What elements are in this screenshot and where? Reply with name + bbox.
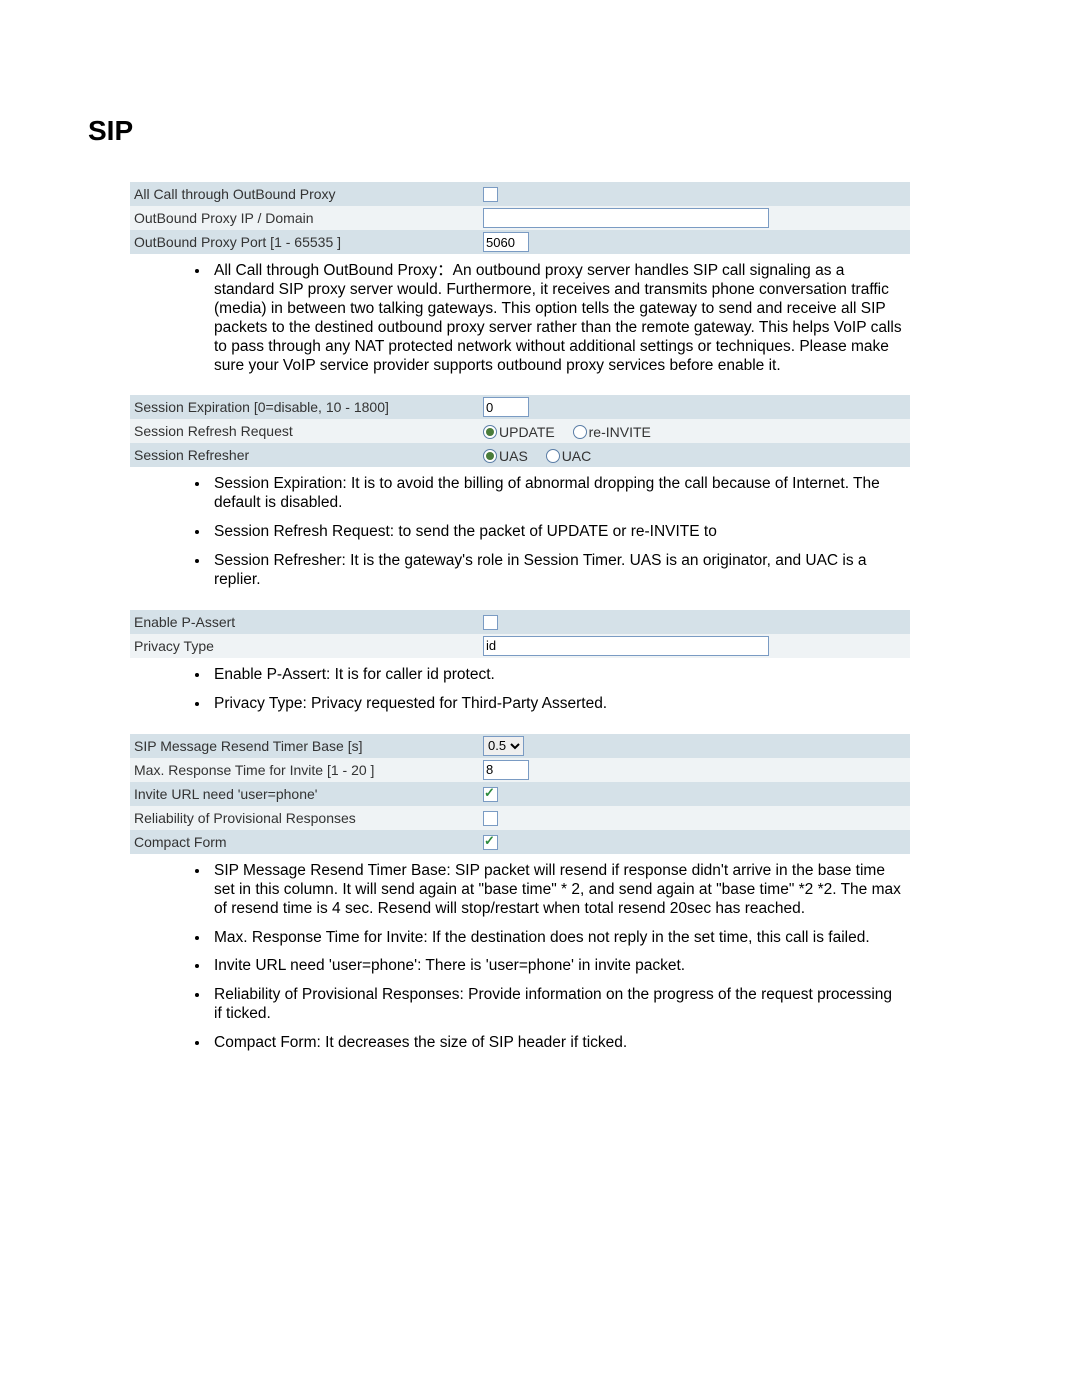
- page-title: SIP: [88, 115, 992, 147]
- checkbox-all-call-through[interactable]: [483, 187, 498, 202]
- radio-label: UAS: [499, 448, 528, 464]
- list-item: Invite URL need 'user=phone': There is '…: [210, 957, 904, 976]
- label-max-response: Max. Response Time for Invite [1 - 20 ]: [130, 758, 479, 782]
- label-outbound-domain: OutBound Proxy IP / Domain: [130, 206, 479, 230]
- radio-label: re-INVITE: [589, 424, 651, 440]
- p-assert-table: Enable P-Assert Privacy Type: [130, 610, 910, 658]
- label-session-refresh-request: Session Refresh Request: [130, 419, 479, 443]
- list-item: Session Refresher: It is the gateway's r…: [210, 552, 904, 590]
- radio-refresh-update[interactable]: [483, 425, 497, 439]
- list-item: Max. Response Time for Invite: If the de…: [210, 929, 904, 948]
- input-outbound-port[interactable]: [483, 232, 529, 252]
- label-all-call-through: All Call through OutBound Proxy: [130, 182, 479, 206]
- radio-label: UAC: [562, 448, 592, 464]
- label-enable-p-assert: Enable P-Assert: [130, 610, 479, 634]
- input-privacy-type[interactable]: [483, 636, 769, 656]
- input-max-response[interactable]: [483, 760, 529, 780]
- sip-message-table: SIP Message Resend Timer Base [s] 0.5 Ma…: [130, 734, 910, 854]
- input-outbound-domain[interactable]: [483, 208, 769, 228]
- desc-passert: Enable P-Assert: It is for caller id pro…: [210, 666, 992, 714]
- label-invite-url: Invite URL need 'user=phone': [130, 782, 479, 806]
- list-item: SIP Message Resend Timer Base: SIP packe…: [210, 862, 904, 919]
- label-session-expiration: Session Expiration [0=disable, 10 - 1800…: [130, 395, 479, 419]
- checkbox-reliability[interactable]: [483, 811, 498, 826]
- list-item: Privacy Type: Privacy requested for Thir…: [210, 695, 904, 714]
- select-resend-timer[interactable]: 0.5: [483, 736, 524, 756]
- desc-session: Session Expiration: It is to avoid the b…: [210, 475, 992, 590]
- label-resend-timer: SIP Message Resend Timer Base [s]: [130, 734, 479, 758]
- radio-label: UPDATE: [499, 424, 555, 440]
- checkbox-enable-p-assert[interactable]: [483, 615, 498, 630]
- input-session-expiration[interactable]: [483, 397, 529, 417]
- checkbox-compact-form[interactable]: [483, 835, 498, 850]
- list-item: Enable P-Assert: It is for caller id pro…: [210, 666, 904, 685]
- label-privacy-type: Privacy Type: [130, 634, 479, 658]
- desc-outbound: All Call through OutBound Proxy：An outbo…: [210, 262, 992, 375]
- list-item: Reliability of Provisional Responses: Pr…: [210, 986, 904, 1024]
- label-compact-form: Compact Form: [130, 830, 479, 854]
- list-item: All Call through OutBound Proxy：An outbo…: [210, 262, 904, 375]
- desc-sip-message: SIP Message Resend Timer Base: SIP packe…: [210, 862, 992, 1053]
- checkbox-invite-url[interactable]: [483, 787, 498, 802]
- label-outbound-port: OutBound Proxy Port [1 - 65535 ]: [130, 230, 479, 254]
- list-item: Session Refresh Request: to send the pac…: [210, 523, 904, 542]
- outbound-proxy-table: All Call through OutBound Proxy OutBound…: [130, 182, 910, 254]
- label-reliability: Reliability of Provisional Responses: [130, 806, 479, 830]
- list-item: Session Expiration: It is to avoid the b…: [210, 475, 904, 513]
- session-table: Session Expiration [0=disable, 10 - 1800…: [130, 395, 910, 467]
- label-session-refresher: Session Refresher: [130, 443, 479, 467]
- list-item: Compact Form: It decreases the size of S…: [210, 1034, 904, 1053]
- radio-refresher-uas[interactable]: [483, 449, 497, 463]
- radio-refresh-reinvite[interactable]: [573, 425, 587, 439]
- radio-refresher-uac[interactable]: [546, 449, 560, 463]
